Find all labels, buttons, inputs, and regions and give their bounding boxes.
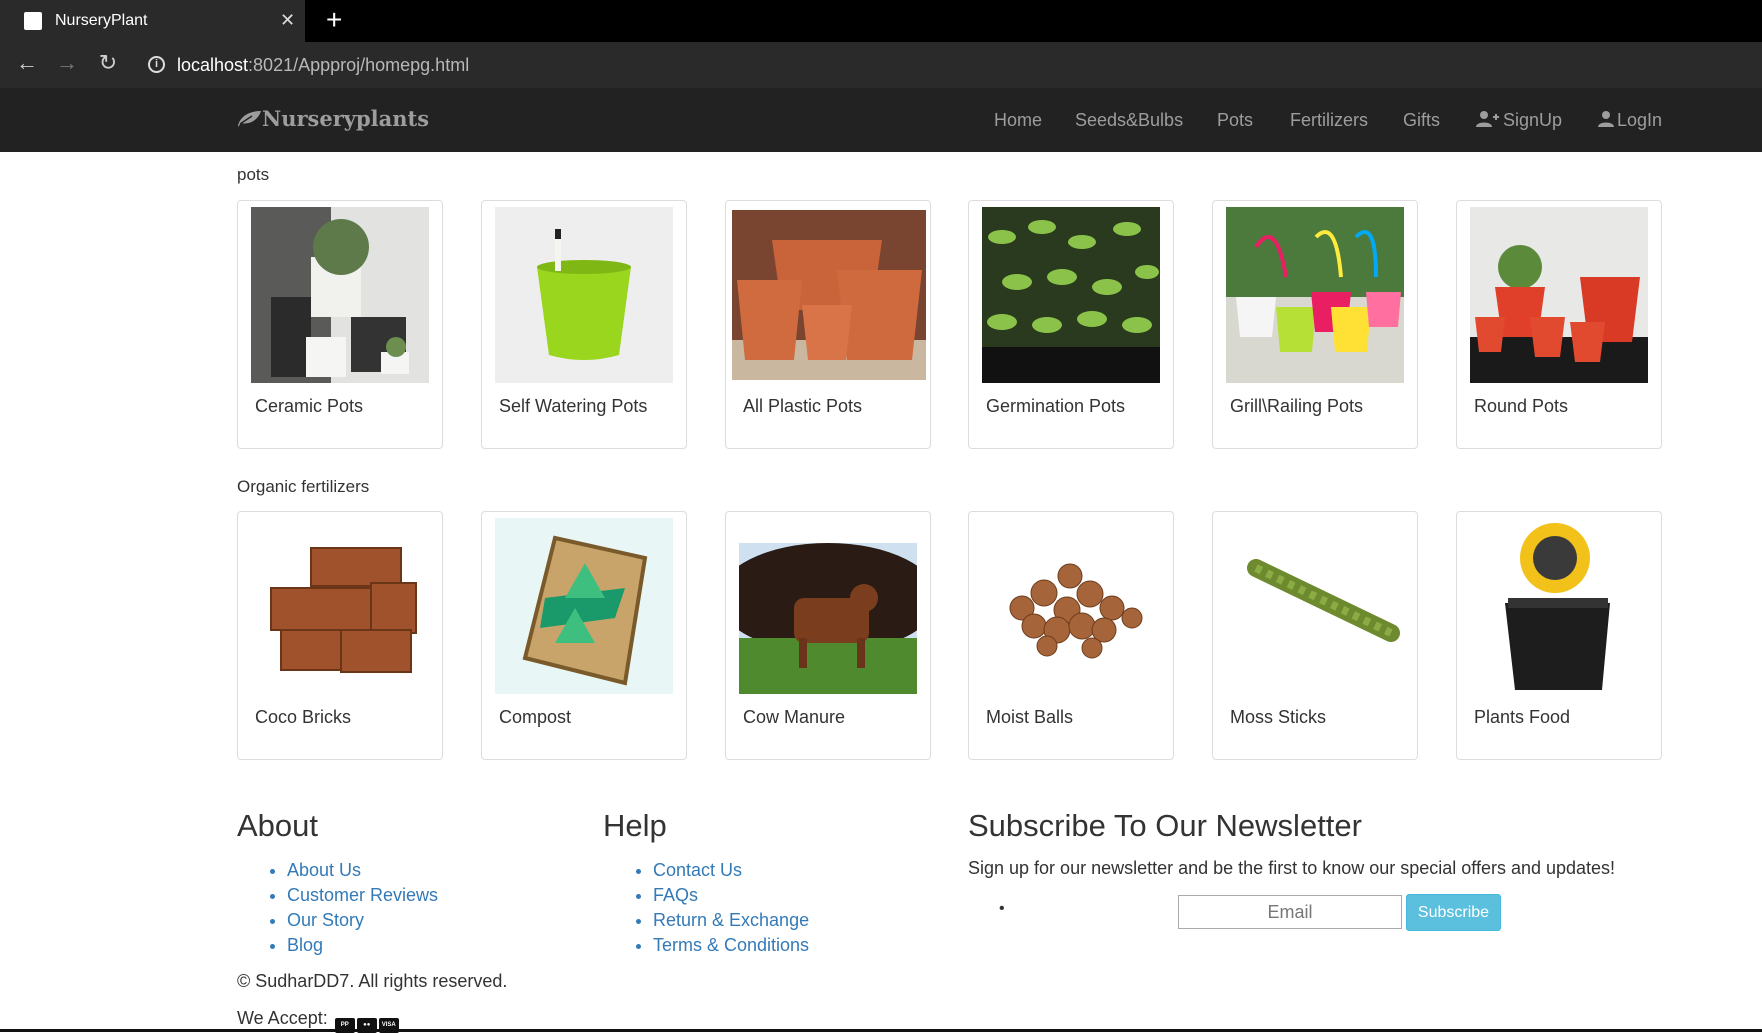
- site-info-icon[interactable]: i: [148, 56, 165, 73]
- nav-link-pots[interactable]: Pots: [1217, 110, 1253, 131]
- moist-balls-image: [982, 518, 1160, 694]
- product-card-moss-sticks[interactable]: Moss Sticks: [1212, 511, 1418, 760]
- compost-image: [495, 518, 673, 694]
- subscribe-button[interactable]: Subscribe: [1406, 894, 1501, 931]
- footer-link-customer-reviews[interactable]: Customer Reviews: [287, 883, 438, 908]
- site-navbar: Nurseryplants Home Seeds&Bulbs Pots Fert…: [0, 88, 1762, 152]
- new-tab-icon[interactable]: +: [326, 4, 342, 36]
- browser-tab[interactable]: NurseryPlant ✕: [0, 0, 305, 42]
- grill-railing-pots-image: [1226, 207, 1404, 383]
- newsletter-email-input[interactable]: [1178, 895, 1402, 929]
- nav-link-fertilizers[interactable]: Fertilizers: [1290, 110, 1368, 131]
- germination-pots-image: [982, 207, 1160, 383]
- product-card-ceramic-pots[interactable]: Ceramic Pots: [237, 200, 443, 449]
- nav-link-signup[interactable]: SignUp: [1476, 110, 1562, 131]
- footer-about-list: About Us Customer Reviews Our Story Blog: [237, 858, 438, 958]
- round-pots-image: [1470, 207, 1648, 383]
- back-arrow-icon[interactable]: ←: [13, 50, 41, 76]
- footer-link-blog[interactable]: Blog: [287, 933, 438, 958]
- footer-link-our-story[interactable]: Our Story: [287, 908, 438, 933]
- section-label-fertilizers: Organic fertilizers: [237, 477, 370, 496]
- plants-food-image: [1470, 518, 1648, 694]
- self-watering-pots-image: [495, 207, 673, 383]
- footer-about-heading: About: [237, 808, 319, 843]
- footer-link-contact-us[interactable]: Contact Us: [653, 858, 809, 883]
- browser-tab-strip: NurseryPlant ✕ +: [0, 0, 1762, 42]
- user-icon: [1598, 111, 1614, 127]
- reload-icon[interactable]: ↻: [94, 50, 122, 76]
- browser-toolbar: ← → ↻ i localhost:8021/Appproj/homepg.ht…: [0, 42, 1762, 88]
- product-caption: Plants Food: [1474, 707, 1571, 727]
- product-card-round-pots[interactable]: Round Pots: [1456, 200, 1662, 449]
- section-label-pots: pots: [237, 165, 270, 184]
- product-card-self-watering-pots[interactable]: Self Watering Pots: [481, 200, 687, 449]
- nav-link-login[interactable]: LogIn: [1598, 110, 1662, 131]
- url-field[interactable]: localhost:8021/Appproj/homepg.html: [177, 55, 469, 76]
- ceramic-pots-image: [251, 207, 429, 383]
- newsletter-text: Sign up for our newsletter and be the fi…: [968, 858, 1616, 878]
- nav-link-seeds-bulbs[interactable]: Seeds&Bulbs: [1075, 110, 1183, 131]
- footer-link-terms[interactable]: Terms & Conditions: [653, 933, 809, 958]
- nav-link-home[interactable]: Home: [994, 110, 1042, 131]
- tab-close-icon[interactable]: ✕: [280, 10, 295, 31]
- product-card-cow-manure[interactable]: Cow Manure: [725, 511, 931, 760]
- product-caption: Coco Bricks: [255, 707, 352, 727]
- copyright-text: © SudharDD7. All rights reserved.: [237, 971, 508, 991]
- add-user-icon: [1476, 111, 1499, 127]
- product-caption: Compost: [499, 707, 572, 727]
- product-caption: All Plastic Pots: [743, 396, 863, 416]
- footer-link-about-us[interactable]: About Us: [287, 858, 438, 883]
- forward-arrow-icon[interactable]: →: [53, 50, 81, 76]
- product-card-grill-railing-pots[interactable]: Grill\Railing Pots: [1212, 200, 1418, 449]
- page-favicon-icon: [24, 12, 42, 30]
- moss-sticks-image: [1226, 518, 1404, 694]
- product-caption: Germination Pots: [986, 396, 1126, 416]
- product-caption: Ceramic Pots: [255, 396, 364, 416]
- tab-title: NurseryPlant: [55, 12, 148, 29]
- nav-link-gifts[interactable]: Gifts: [1403, 110, 1440, 131]
- footer-help-list: Contact Us FAQs Return & Exchange Terms …: [603, 858, 809, 958]
- product-caption: Moist Balls: [986, 707, 1074, 727]
- footer-link-return-exchange[interactable]: Return & Exchange: [653, 908, 809, 933]
- product-card-all-plastic-pots[interactable]: All Plastic Pots: [725, 200, 931, 449]
- leaf-icon: [238, 111, 261, 127]
- product-caption: Grill\Railing Pots: [1230, 396, 1364, 416]
- product-caption: Moss Sticks: [1230, 707, 1327, 727]
- cow-manure-image: [739, 518, 917, 694]
- brand-logo[interactable]: Nurseryplants: [236, 106, 429, 131]
- newsletter-bullet: •: [999, 900, 1005, 917]
- footer-link-faqs[interactable]: FAQs: [653, 883, 809, 908]
- product-card-germination-pots[interactable]: Germination Pots: [968, 200, 1174, 449]
- product-card-compost[interactable]: Compost: [481, 511, 687, 760]
- product-caption: Cow Manure: [743, 707, 846, 727]
- all-plastic-pots-image: [732, 210, 926, 380]
- product-card-plants-food[interactable]: Plants Food: [1456, 511, 1662, 760]
- product-card-coco-bricks[interactable]: Coco Bricks: [237, 511, 443, 760]
- footer-help-heading: Help: [603, 808, 667, 843]
- coco-bricks-image: [251, 518, 429, 694]
- newsletter-heading: Subscribe To Our Newsletter: [968, 808, 1362, 843]
- product-caption: Round Pots: [1474, 396, 1569, 416]
- product-card-moist-balls[interactable]: Moist Balls: [968, 511, 1174, 760]
- product-caption: Self Watering Pots: [499, 396, 648, 416]
